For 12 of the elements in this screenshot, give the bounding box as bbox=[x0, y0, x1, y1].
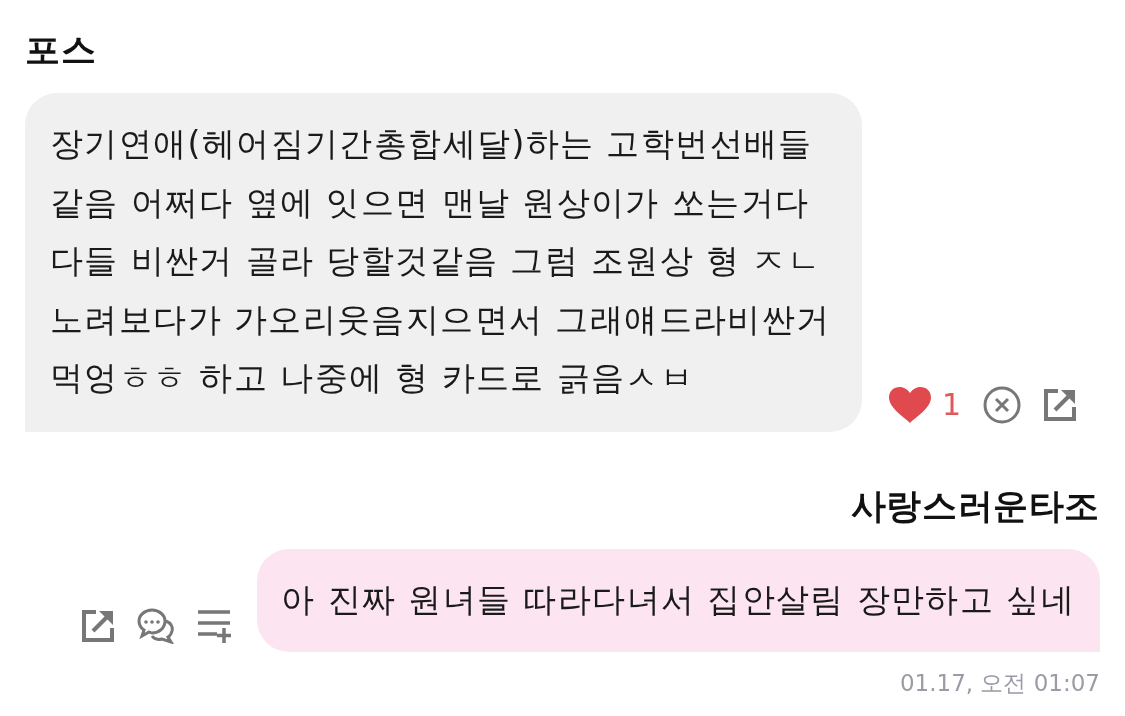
share-icon[interactable] bbox=[1043, 387, 1078, 422]
list-add-icon[interactable] bbox=[197, 609, 232, 643]
chat-bubbles-icon[interactable] bbox=[137, 608, 176, 644]
received-message-bubble: 장기연애(헤어짐기간총합세달)하는 고학번선배들 같음 어쩌다 옆에 잇으면 맨날 원상이가 쏘는거다 다들 비싼거 골라 당할것같음 그럼 조원상 형 ㅈㄴ 노려보다가 가오리웃음지으면서 그래얘드라비싼거 먹엉ㅎㅎ 하고 나중에 형 카드로 긁음ㅅㅂ bbox=[25, 93, 862, 432]
message-timestamp: 01.17, 오전 01:07 bbox=[899, 669, 1100, 698]
like-count: 1 bbox=[942, 387, 962, 422]
sent-message-bubble: 아 진짜 원녀들 따라다녀서 집안살림 장만하고 싶네 bbox=[257, 548, 1100, 652]
share-icon[interactable] bbox=[81, 609, 116, 643]
sender-name: 포스 bbox=[25, 29, 97, 72]
sender-name: 사랑스러운타조 bbox=[850, 484, 1100, 528]
heart-icon[interactable] bbox=[888, 385, 932, 424]
close-circle-icon[interactable] bbox=[983, 385, 1022, 424]
